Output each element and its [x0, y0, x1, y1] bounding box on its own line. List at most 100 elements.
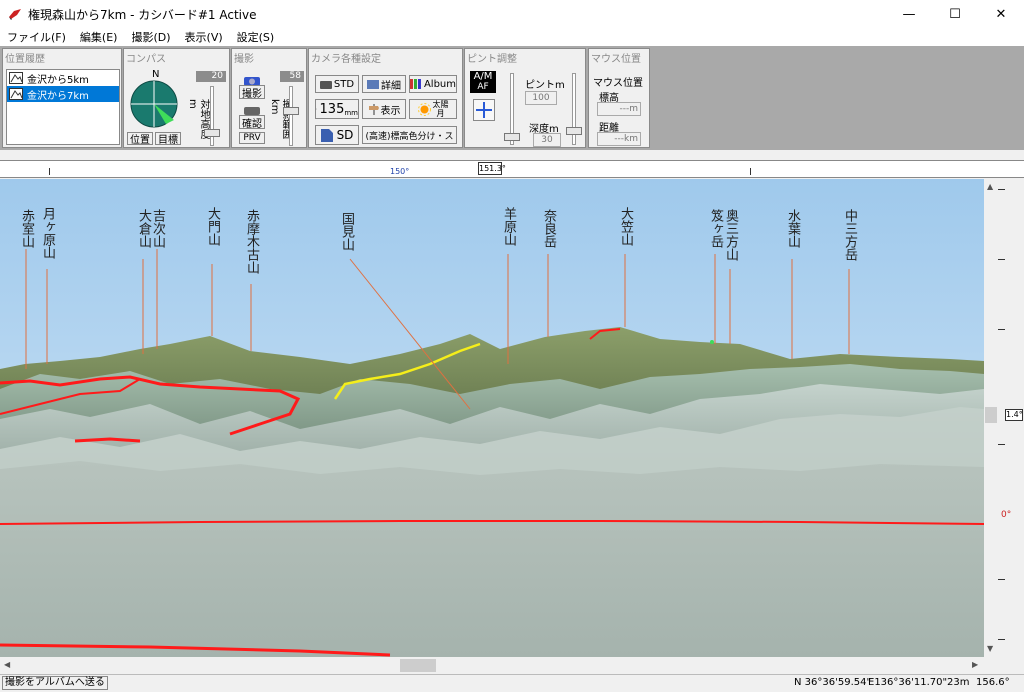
mountain-icon [9, 72, 23, 84]
shoot-title: 撮影 [234, 54, 254, 65]
menu-shoot[interactable]: 撮影(D) [124, 29, 177, 45]
height-label: 対地高度 m [187, 99, 209, 139]
focus-label: ピントm [525, 80, 565, 91]
maximize-button[interactable]: ☐ [932, 0, 978, 28]
detail-label: 詳細 [381, 80, 401, 92]
camera-small-icon [319, 80, 332, 89]
scale-tick [998, 579, 1005, 580]
detail-button[interactable]: 詳細 [362, 75, 406, 93]
title-bar: 権現森山から7km - カシバード#1 Active — ☐ ✕ [0, 0, 1024, 28]
status-angle: 156.6° [976, 677, 1010, 688]
scroll-left-icon[interactable]: ◀ [4, 660, 10, 669]
vertical-scrollbar[interactable]: ▲ ▼ [984, 179, 998, 657]
mountain-label: 国見山 [339, 212, 354, 251]
scale-tick [998, 189, 1005, 190]
detail-icon [367, 79, 379, 89]
std-label: STD [333, 78, 355, 90]
status-altitude: 23m [947, 677, 970, 688]
menu-view[interactable]: 表示(V) [178, 29, 230, 45]
history-item[interactable]: 金沢から5km [7, 70, 119, 86]
minimize-button[interactable]: — [886, 0, 932, 28]
ruler-direction-marker: 151.3° [478, 162, 506, 175]
lens-label: 135 [319, 101, 345, 117]
mouse-panel: マウス位置 マウス位置 標高 ---m 距離 ---km [588, 48, 650, 148]
close-button[interactable]: ✕ [978, 0, 1024, 28]
menu-edit[interactable]: 編集(E) [73, 29, 125, 45]
prv-button[interactable]: PRV [239, 132, 265, 144]
history-list[interactable]: 金沢から5km 金沢から7km [6, 69, 120, 145]
sd-card-icon [320, 128, 333, 142]
app-icon [9, 9, 21, 20]
scroll-up-icon[interactable]: ▲ [987, 182, 993, 191]
lens-button[interactable]: 135 mm [315, 99, 359, 119]
mouse-sub-label: マウス位置 [593, 78, 643, 89]
compass-dial-icon[interactable] [130, 80, 178, 128]
status-bar: 撮影をアルバムへ送る N 36°36'59.54" E136°36'11.70"… [0, 674, 1024, 692]
shoot-button[interactable]: 撮影 [239, 85, 265, 99]
depth-slider-thumb[interactable] [566, 127, 582, 135]
position-button[interactable]: 位置 [127, 132, 153, 145]
scale-marker: 1.4° [1005, 409, 1023, 421]
mountain-label: 吉次山 [150, 209, 165, 248]
horizontal-scroll-thumb[interactable] [400, 659, 436, 672]
scale-tick [998, 259, 1005, 260]
std-button[interactable]: STD [315, 75, 359, 93]
mountain-icon [9, 88, 23, 100]
scale-tick [998, 639, 1005, 640]
scroll-down-icon[interactable]: ▼ [987, 644, 993, 653]
direction-ruler[interactable]: 150° 151.3° [0, 160, 1024, 178]
compass-north-label: N [152, 69, 160, 80]
scroll-right-icon[interactable]: ▶ [972, 660, 978, 669]
mountain-label: 赤摩木古山 [244, 209, 259, 274]
focus-slider-thumb[interactable] [504, 133, 520, 141]
terrain-render [0, 179, 984, 657]
send-to-album-button[interactable]: 撮影をアルバムへ送る [2, 676, 108, 690]
sd-button[interactable]: SD [315, 125, 359, 145]
color-mode-button[interactable]: (高速)標高色分け・ス [362, 126, 457, 144]
height-value: 20 [196, 71, 226, 82]
am-label: A/M [473, 71, 493, 82]
range-slider-track[interactable] [289, 86, 293, 146]
history-item[interactable]: 金沢から7km [7, 86, 119, 102]
terrain-view[interactable]: 赤室山 月ヶ原山 大倉山 吉次山 大門山 赤摩木古山 国見山 羊原山 奈良岳 大… [0, 179, 984, 657]
show-button[interactable]: 表示 [362, 99, 406, 119]
range-slider-thumb[interactable] [283, 107, 299, 115]
menu-settings[interactable]: 設定(S) [230, 29, 282, 45]
camera-panel: カメラ各種設定 STD 詳細 Album 135 mm 表示 太陽 月 SD (… [308, 48, 463, 148]
horizontal-scrollbar[interactable]: ◀ ▶ [0, 657, 998, 674]
focus-target-icon[interactable] [473, 99, 495, 121]
target-button[interactable]: 目標 [155, 132, 181, 145]
elevation-scale: 1.4° 0° [998, 179, 1024, 657]
height-slider-thumb[interactable] [204, 129, 220, 137]
af-toggle[interactable]: A/M AF [470, 71, 496, 93]
focus-value: 100 [525, 91, 557, 105]
range-value: 58 [280, 71, 304, 82]
history-panel: 位置履歴 金沢から5km 金沢から7km [2, 48, 122, 148]
sunmoon-button[interactable]: 太陽 月 [409, 99, 457, 119]
height-slider-track[interactable] [210, 86, 214, 146]
focus-panel: ピント調整 A/M AF ピントm 100 深度m 30 [464, 48, 586, 148]
af-label: AF [477, 82, 489, 92]
album-button[interactable]: Album [409, 75, 457, 93]
sd-label: SD [336, 128, 354, 142]
status-north: N 36°36'59.54" [794, 677, 872, 688]
shoot-panel: 撮影 撮影 確認 PRV 撮影範囲 km 58 [231, 48, 307, 148]
menu-bar: ファイル(F) 編集(E) 撮影(D) 表示(V) 設定(S) [0, 28, 1024, 46]
menu-file[interactable]: ファイル(F) [0, 29, 73, 45]
history-title: 位置履歴 [5, 54, 45, 65]
history-item-label: 金沢から5km [27, 74, 89, 86]
vertical-scroll-thumb[interactable] [985, 407, 997, 423]
album-label: Album [423, 78, 456, 90]
mountain-label: 笈ヶ岳 [708, 209, 723, 248]
mountain-label: 月ヶ原山 [40, 207, 55, 259]
mountain-label: 大倉山 [136, 209, 151, 248]
ruler-tick [750, 168, 751, 175]
moon-label: 月 [436, 109, 445, 118]
signpost-icon [368, 104, 379, 115]
depth-value: 30 [533, 133, 561, 147]
history-item-label: 金沢から7km [27, 90, 89, 102]
ruler-label-150: 150° [390, 167, 410, 176]
camera-title: カメラ各種設定 [311, 54, 381, 65]
check-button[interactable]: 確認 [239, 115, 265, 129]
mountain-label: 羊原山 [501, 207, 516, 246]
